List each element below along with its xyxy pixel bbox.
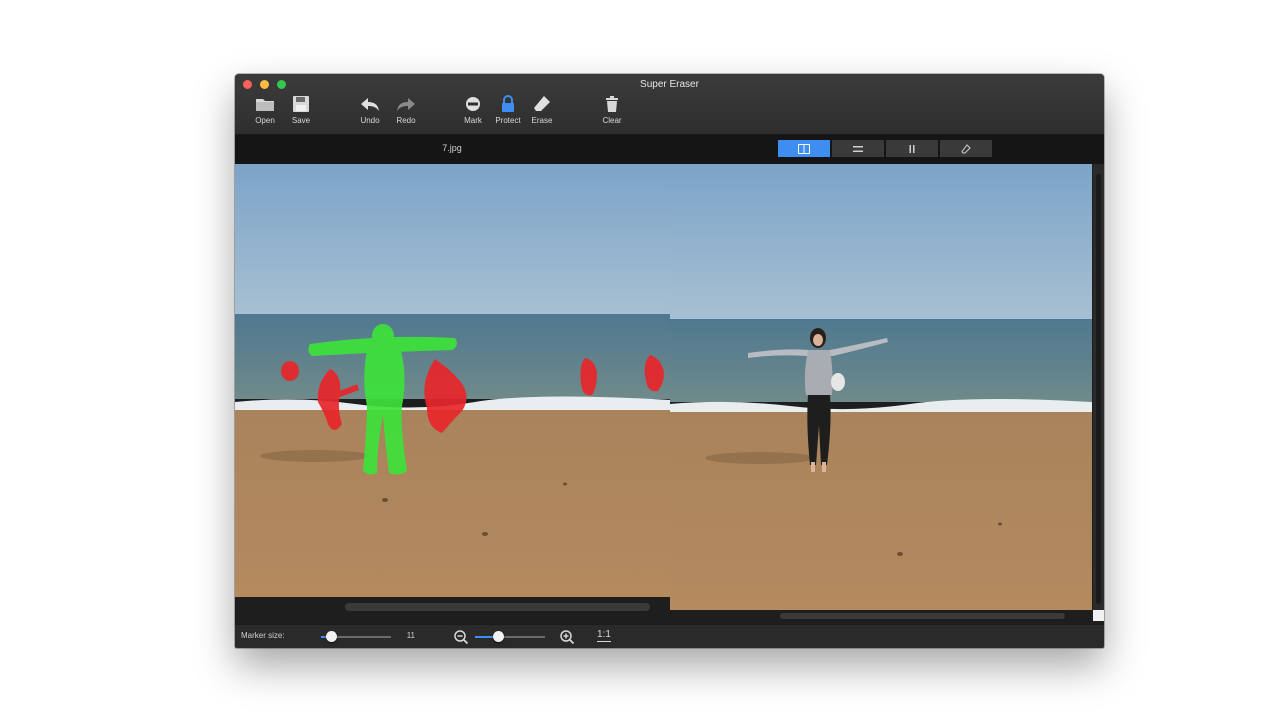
document-bar: 7.jpg <box>235 135 1104 164</box>
mark-label: Mark <box>464 116 482 125</box>
beach-photo-result <box>670 164 1092 610</box>
marker-size-value: 11 <box>406 631 415 640</box>
side-by-side-icon <box>798 143 810 154</box>
clear-button[interactable]: Clear <box>592 94 632 132</box>
redo-label: Redo <box>396 116 416 125</box>
zoom-in-icon[interactable] <box>559 629 575 645</box>
vertical-split-icon <box>909 144 915 153</box>
zoom-slider[interactable] <box>493 631 504 642</box>
image-canvas[interactable] <box>235 164 1104 624</box>
bottom-toolbar: Marker size: 11 1:1 <box>235 624 1104 648</box>
mark-marker-icon <box>466 97 480 111</box>
scroll-corner <box>1093 610 1104 621</box>
eraser-view-icon <box>961 143 971 153</box>
mark-button[interactable]: Mark <box>453 94 493 132</box>
undo-button[interactable]: Undo <box>350 94 390 132</box>
trash-icon <box>606 96 618 112</box>
actual-size-button[interactable]: 1:1 <box>597 629 611 642</box>
view-mode-eraser[interactable] <box>940 140 992 157</box>
undo-label: Undo <box>360 116 380 125</box>
undo-arrow-icon <box>361 98 379 111</box>
open-label: Open <box>255 116 275 125</box>
left-horizontal-scrollbar[interactable] <box>345 603 650 611</box>
document-filename: 7.jpg <box>442 143 462 153</box>
window-title: Super Eraser <box>640 79 699 90</box>
beach-photo-marked <box>235 164 670 597</box>
original-image-with-marks[interactable] <box>235 164 670 597</box>
vertical-scroll-thumb[interactable] <box>1096 174 1101 604</box>
view-mode-segmented-control <box>778 140 992 157</box>
erase-button[interactable]: Erase <box>522 94 562 132</box>
title-bar: Super Eraser Open Save Undo Redo Mark Pr… <box>235 74 1104 135</box>
lock-icon <box>502 95 514 112</box>
save-label: Save <box>291 116 311 125</box>
marker-size-label: Marker size: <box>241 631 285 640</box>
view-mode-side-by-side[interactable] <box>778 140 830 157</box>
folder-icon <box>256 99 274 111</box>
eraser-icon <box>534 96 550 111</box>
view-mode-vertical-split[interactable] <box>886 140 938 157</box>
vertical-scrollbar[interactable] <box>1093 164 1104 610</box>
open-button[interactable]: Open <box>245 94 285 132</box>
app-window: Super Eraser Open Save Undo Redo Mark Pr… <box>235 74 1104 648</box>
save-disk-icon <box>293 96 309 112</box>
marker-size-slider[interactable] <box>326 631 337 642</box>
right-horizontal-scrollbar[interactable] <box>780 613 1065 619</box>
horizontal-split-icon <box>853 145 863 152</box>
clear-label: Clear <box>602 116 622 125</box>
protect-label: Protect <box>495 116 521 125</box>
erased-result-image[interactable] <box>670 164 1092 610</box>
redo-button[interactable]: Redo <box>386 94 426 132</box>
redo-arrow-icon <box>397 98 415 111</box>
view-mode-horizontal-split[interactable] <box>832 140 884 157</box>
erase-label: Erase <box>531 116 553 125</box>
save-button[interactable]: Save <box>281 94 321 132</box>
zoom-out-icon[interactable] <box>453 629 469 645</box>
